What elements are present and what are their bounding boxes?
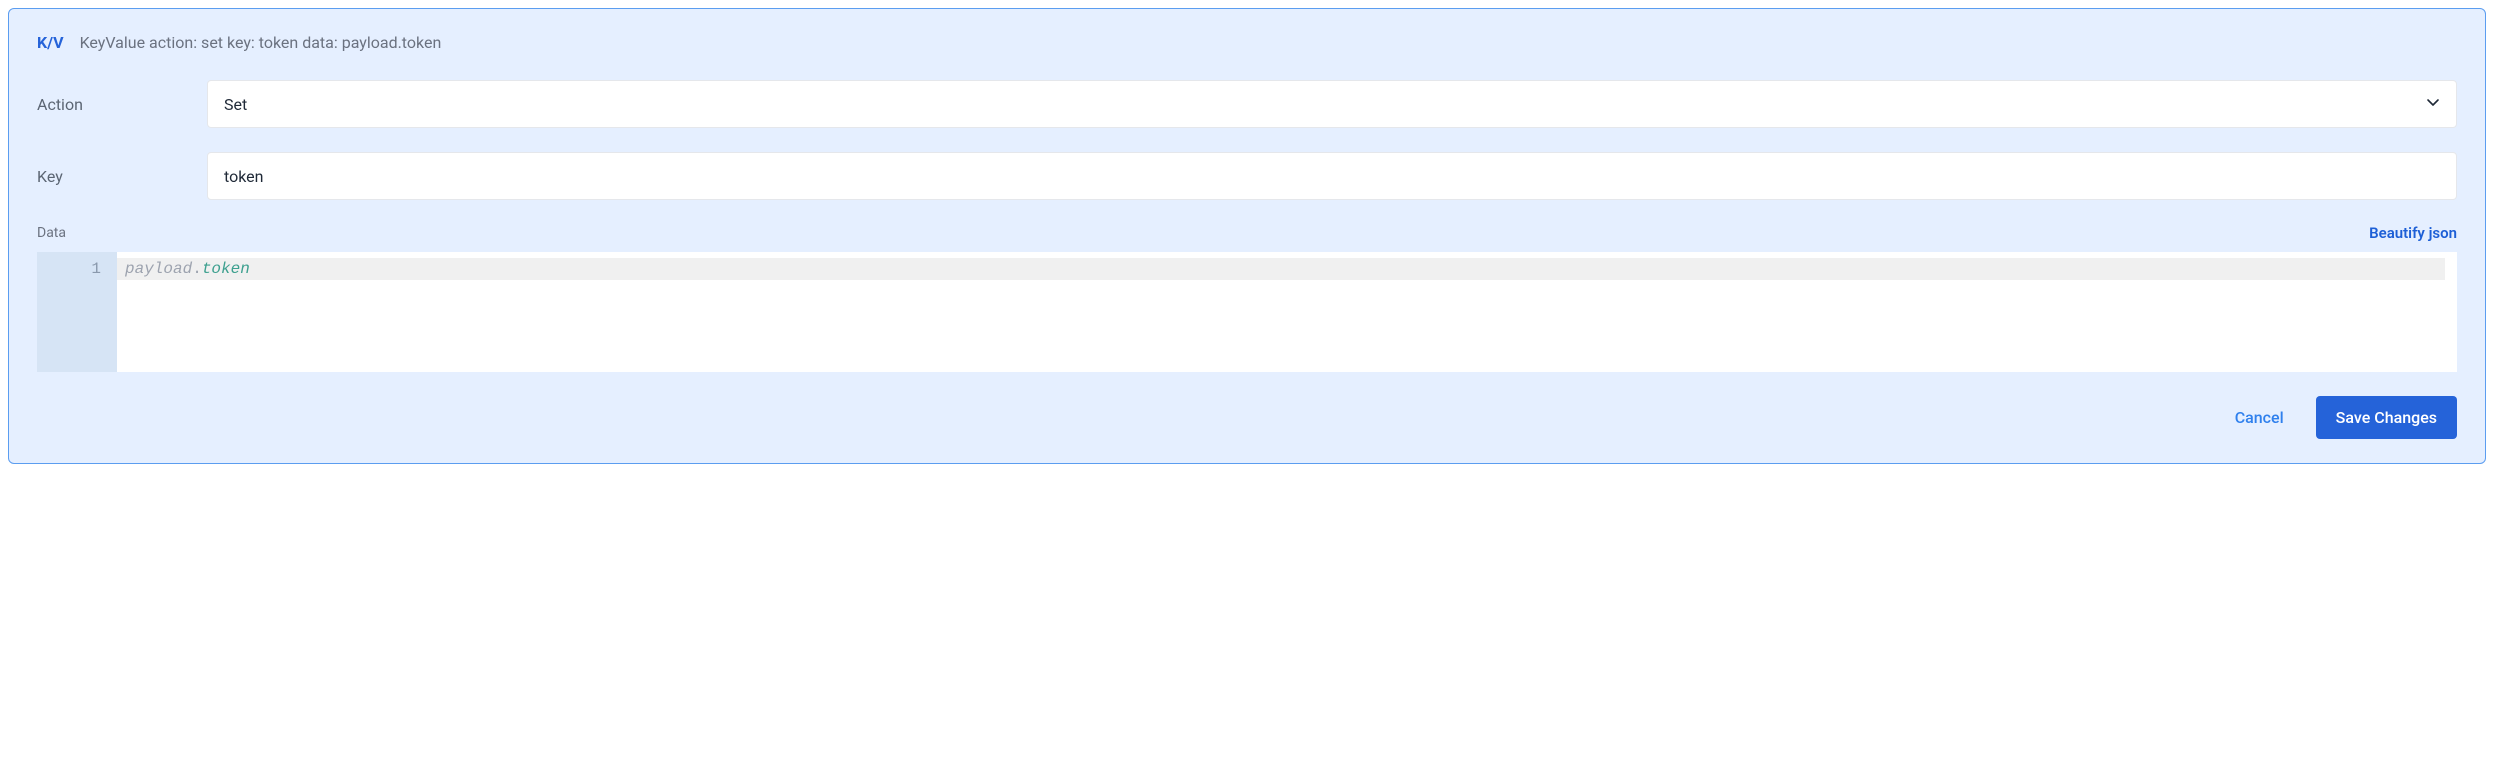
editor-gutter: 1 — [37, 252, 117, 372]
code-token-property: token — [202, 260, 250, 278]
code-token-object: payload — [125, 260, 192, 278]
line-number: 1 — [37, 258, 101, 280]
action-select[interactable] — [207, 80, 2457, 128]
action-select-wrapper — [207, 80, 2457, 128]
panel-title: KeyValue action: set key: token data: pa… — [80, 33, 442, 52]
key-label: Key — [37, 167, 207, 186]
beautify-json-link[interactable]: Beautify json — [2369, 224, 2457, 242]
code-token-dot: . — [192, 260, 202, 278]
code-editor[interactable]: 1 payload.token — [37, 252, 2457, 372]
code-line: payload.token — [117, 258, 2445, 280]
data-label: Data — [37, 225, 66, 241]
kv-config-panel: K/V KeyValue action: set key: token data… — [8, 8, 2486, 464]
data-header: Data Beautify json — [37, 224, 2457, 242]
cancel-button[interactable]: Cancel — [2227, 398, 2292, 437]
key-row: Key — [37, 152, 2457, 200]
panel-footer: Cancel Save Changes — [37, 396, 2457, 439]
data-section: Data Beautify json 1 payload.token — [37, 224, 2457, 372]
key-input[interactable] — [207, 152, 2457, 200]
action-row: Action — [37, 80, 2457, 128]
action-label: Action — [37, 95, 207, 114]
save-changes-button[interactable]: Save Changes — [2316, 396, 2457, 439]
panel-header: K/V KeyValue action: set key: token data… — [37, 33, 2457, 52]
code-content[interactable]: payload.token — [117, 252, 2457, 372]
kv-badge: K/V — [37, 33, 64, 52]
